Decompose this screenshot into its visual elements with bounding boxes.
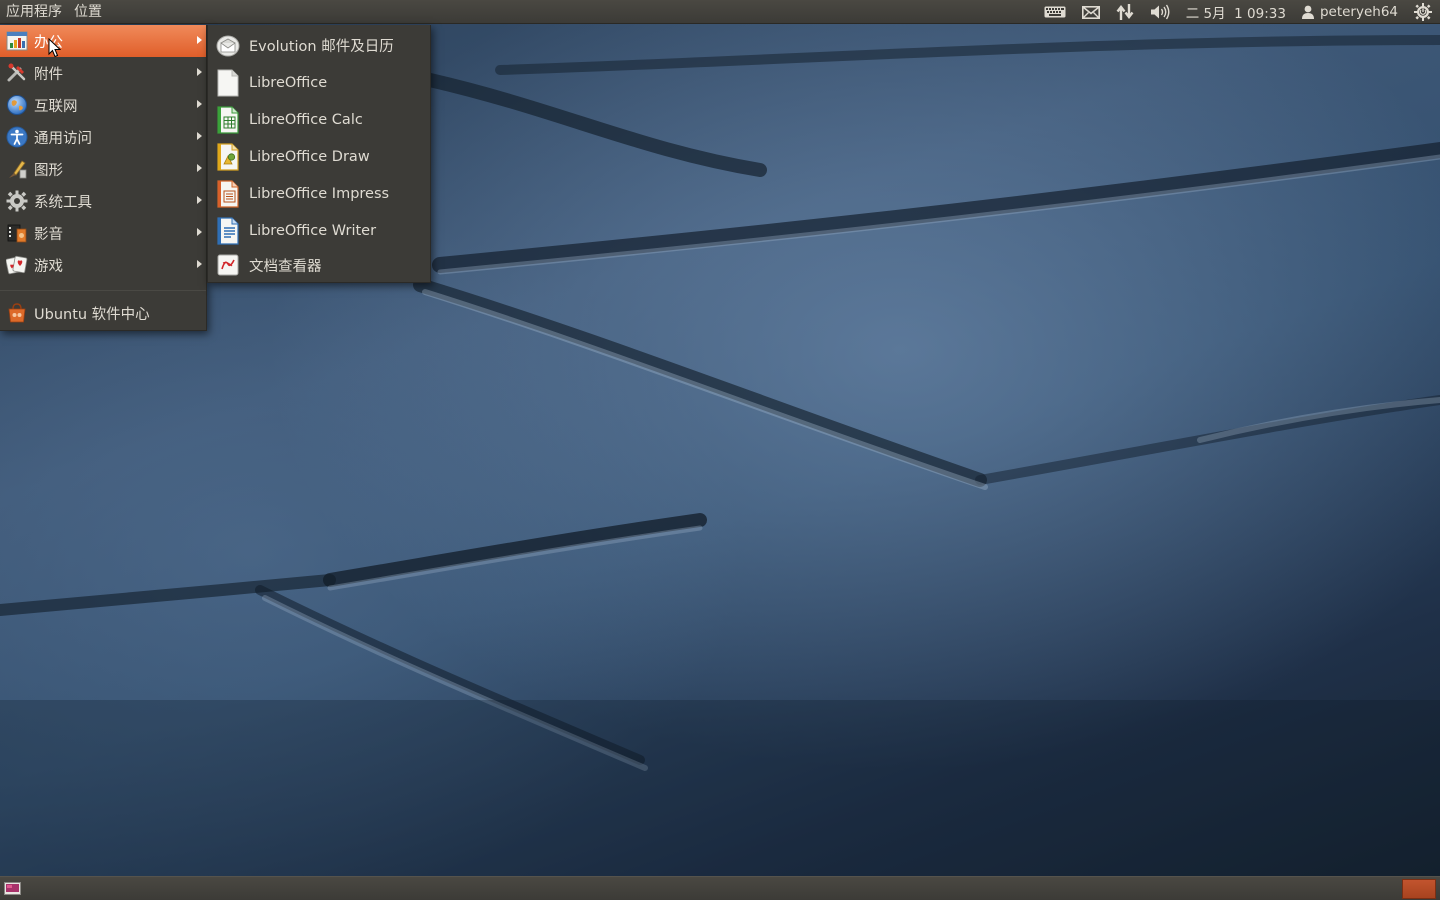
submenu-item-label: LibreOffice Draw	[249, 148, 370, 165]
bottom-panel	[0, 876, 1440, 900]
submenu-arrow-icon	[197, 68, 202, 76]
username-label: peteryeh64	[1319, 4, 1398, 20]
menu-item-label: 通用访问	[34, 130, 92, 147]
games-icon	[6, 255, 28, 275]
graphics-icon	[9, 160, 27, 179]
places-menu[interactable]: 位置	[68, 0, 108, 24]
menu-item-label: 影音	[34, 226, 63, 243]
menu-item-accessibility[interactable]: 通用访问	[0, 121, 206, 153]
submenu-item-libreoffice-impress[interactable]: LibreOffice Impress	[208, 175, 430, 212]
libreoffice-icon	[217, 69, 239, 96]
menu-item-software-center[interactable]: Ubuntu 软件中心	[0, 297, 206, 329]
office-submenu: Evolution 邮件及日历 LibreOffice LibreOffice …	[207, 25, 431, 283]
user-indicator[interactable]: peteryeh64	[1294, 0, 1406, 24]
submenu-arrow-icon	[197, 260, 202, 268]
submenu-arrow-icon	[197, 132, 202, 140]
multimedia-icon	[7, 224, 27, 243]
libreoffice-writer-icon	[217, 216, 239, 245]
submenu-item-libreoffice[interactable]: LibreOffice	[208, 64, 430, 101]
volume-icon	[1150, 4, 1170, 20]
indicator-area: 二 5月 1 09:33 peteryeh64	[1036, 0, 1440, 24]
evolution-icon	[216, 35, 240, 56]
keyboard-indicator[interactable]	[1036, 0, 1074, 24]
libreoffice-impress-icon	[217, 179, 239, 208]
submenu-item-label: LibreOffice Writer	[249, 222, 377, 239]
software-center-icon	[8, 303, 26, 323]
applications-menu[interactable]: 应用程序	[0, 0, 68, 24]
submenu-item-label: 文档查看器	[249, 258, 322, 275]
submenu-arrow-icon	[197, 164, 202, 172]
power-gear-icon	[1414, 3, 1432, 21]
menu-item-graphics[interactable]: 图形	[0, 153, 206, 185]
accessories-icon	[7, 63, 26, 82]
libreoffice-calc-icon	[217, 105, 239, 134]
mouse-cursor-icon	[48, 38, 61, 58]
trash-applet-icon[interactable]	[1402, 879, 1436, 899]
submenu-item-document-viewer[interactable]: 文档查看器	[208, 249, 430, 281]
submenu-item-libreoffice-calc[interactable]: LibreOffice Calc	[208, 101, 430, 138]
submenu-item-evolution[interactable]: Evolution 邮件及日历	[208, 27, 430, 64]
office-icon	[6, 31, 28, 51]
submenu-item-label: Evolution 邮件及日历	[249, 39, 394, 55]
menu-item-system-tools[interactable]: 系统工具	[0, 185, 206, 217]
system-tools-icon	[6, 190, 28, 212]
menu-item-label: 系统工具	[34, 194, 92, 211]
menu-item-label: 图形	[34, 162, 63, 179]
top-panel: 应用程序 位置 二 5月 1 09:33 peteryeh64	[0, 0, 1440, 24]
internet-icon	[7, 95, 27, 115]
menu-item-label: 游戏	[34, 258, 63, 275]
submenu-arrow-icon	[197, 36, 202, 44]
keyboard-icon	[1044, 6, 1066, 18]
menu-item-multimedia[interactable]: 影音	[0, 217, 206, 249]
libreoffice-draw-icon	[217, 142, 239, 171]
volume-indicator[interactable]	[1142, 0, 1178, 24]
submenu-arrow-icon	[197, 228, 202, 236]
accessibility-icon	[6, 126, 28, 148]
submenu-item-label: LibreOffice Impress	[249, 185, 390, 202]
show-desktop-icon[interactable]	[4, 882, 21, 895]
submenu-item-label: LibreOffice Calc	[249, 111, 363, 128]
menu-separator	[0, 290, 206, 291]
submenu-item-libreoffice-draw[interactable]: LibreOffice Draw	[208, 138, 430, 175]
clock-indicator[interactable]: 二 5月 1 09:33	[1178, 0, 1294, 24]
submenu-arrow-icon	[197, 100, 202, 108]
applications-dropdown: 办公 附件 互联网 通用访问	[0, 25, 207, 331]
mail-icon	[1081, 5, 1100, 19]
session-indicator[interactable]	[1406, 0, 1440, 24]
document-viewer-icon	[217, 254, 239, 276]
menu-item-label: Ubuntu 软件中心	[34, 306, 150, 323]
submenu-arrow-icon	[197, 196, 202, 204]
menu-item-games[interactable]: 游戏	[0, 249, 206, 281]
menu-item-internet[interactable]: 互联网	[0, 89, 206, 121]
network-indicator[interactable]	[1108, 0, 1142, 24]
menu-item-label: 互联网	[34, 98, 78, 115]
submenu-item-libreoffice-writer[interactable]: LibreOffice Writer	[208, 212, 430, 249]
submenu-item-label: LibreOffice	[249, 74, 328, 91]
menu-item-accessories[interactable]: 附件	[0, 57, 206, 89]
messaging-indicator[interactable]	[1074, 0, 1108, 24]
network-updown-icon	[1116, 4, 1134, 20]
menu-item-office[interactable]: 办公	[0, 25, 206, 57]
user-icon	[1301, 5, 1314, 19]
menu-item-label: 附件	[34, 66, 63, 83]
